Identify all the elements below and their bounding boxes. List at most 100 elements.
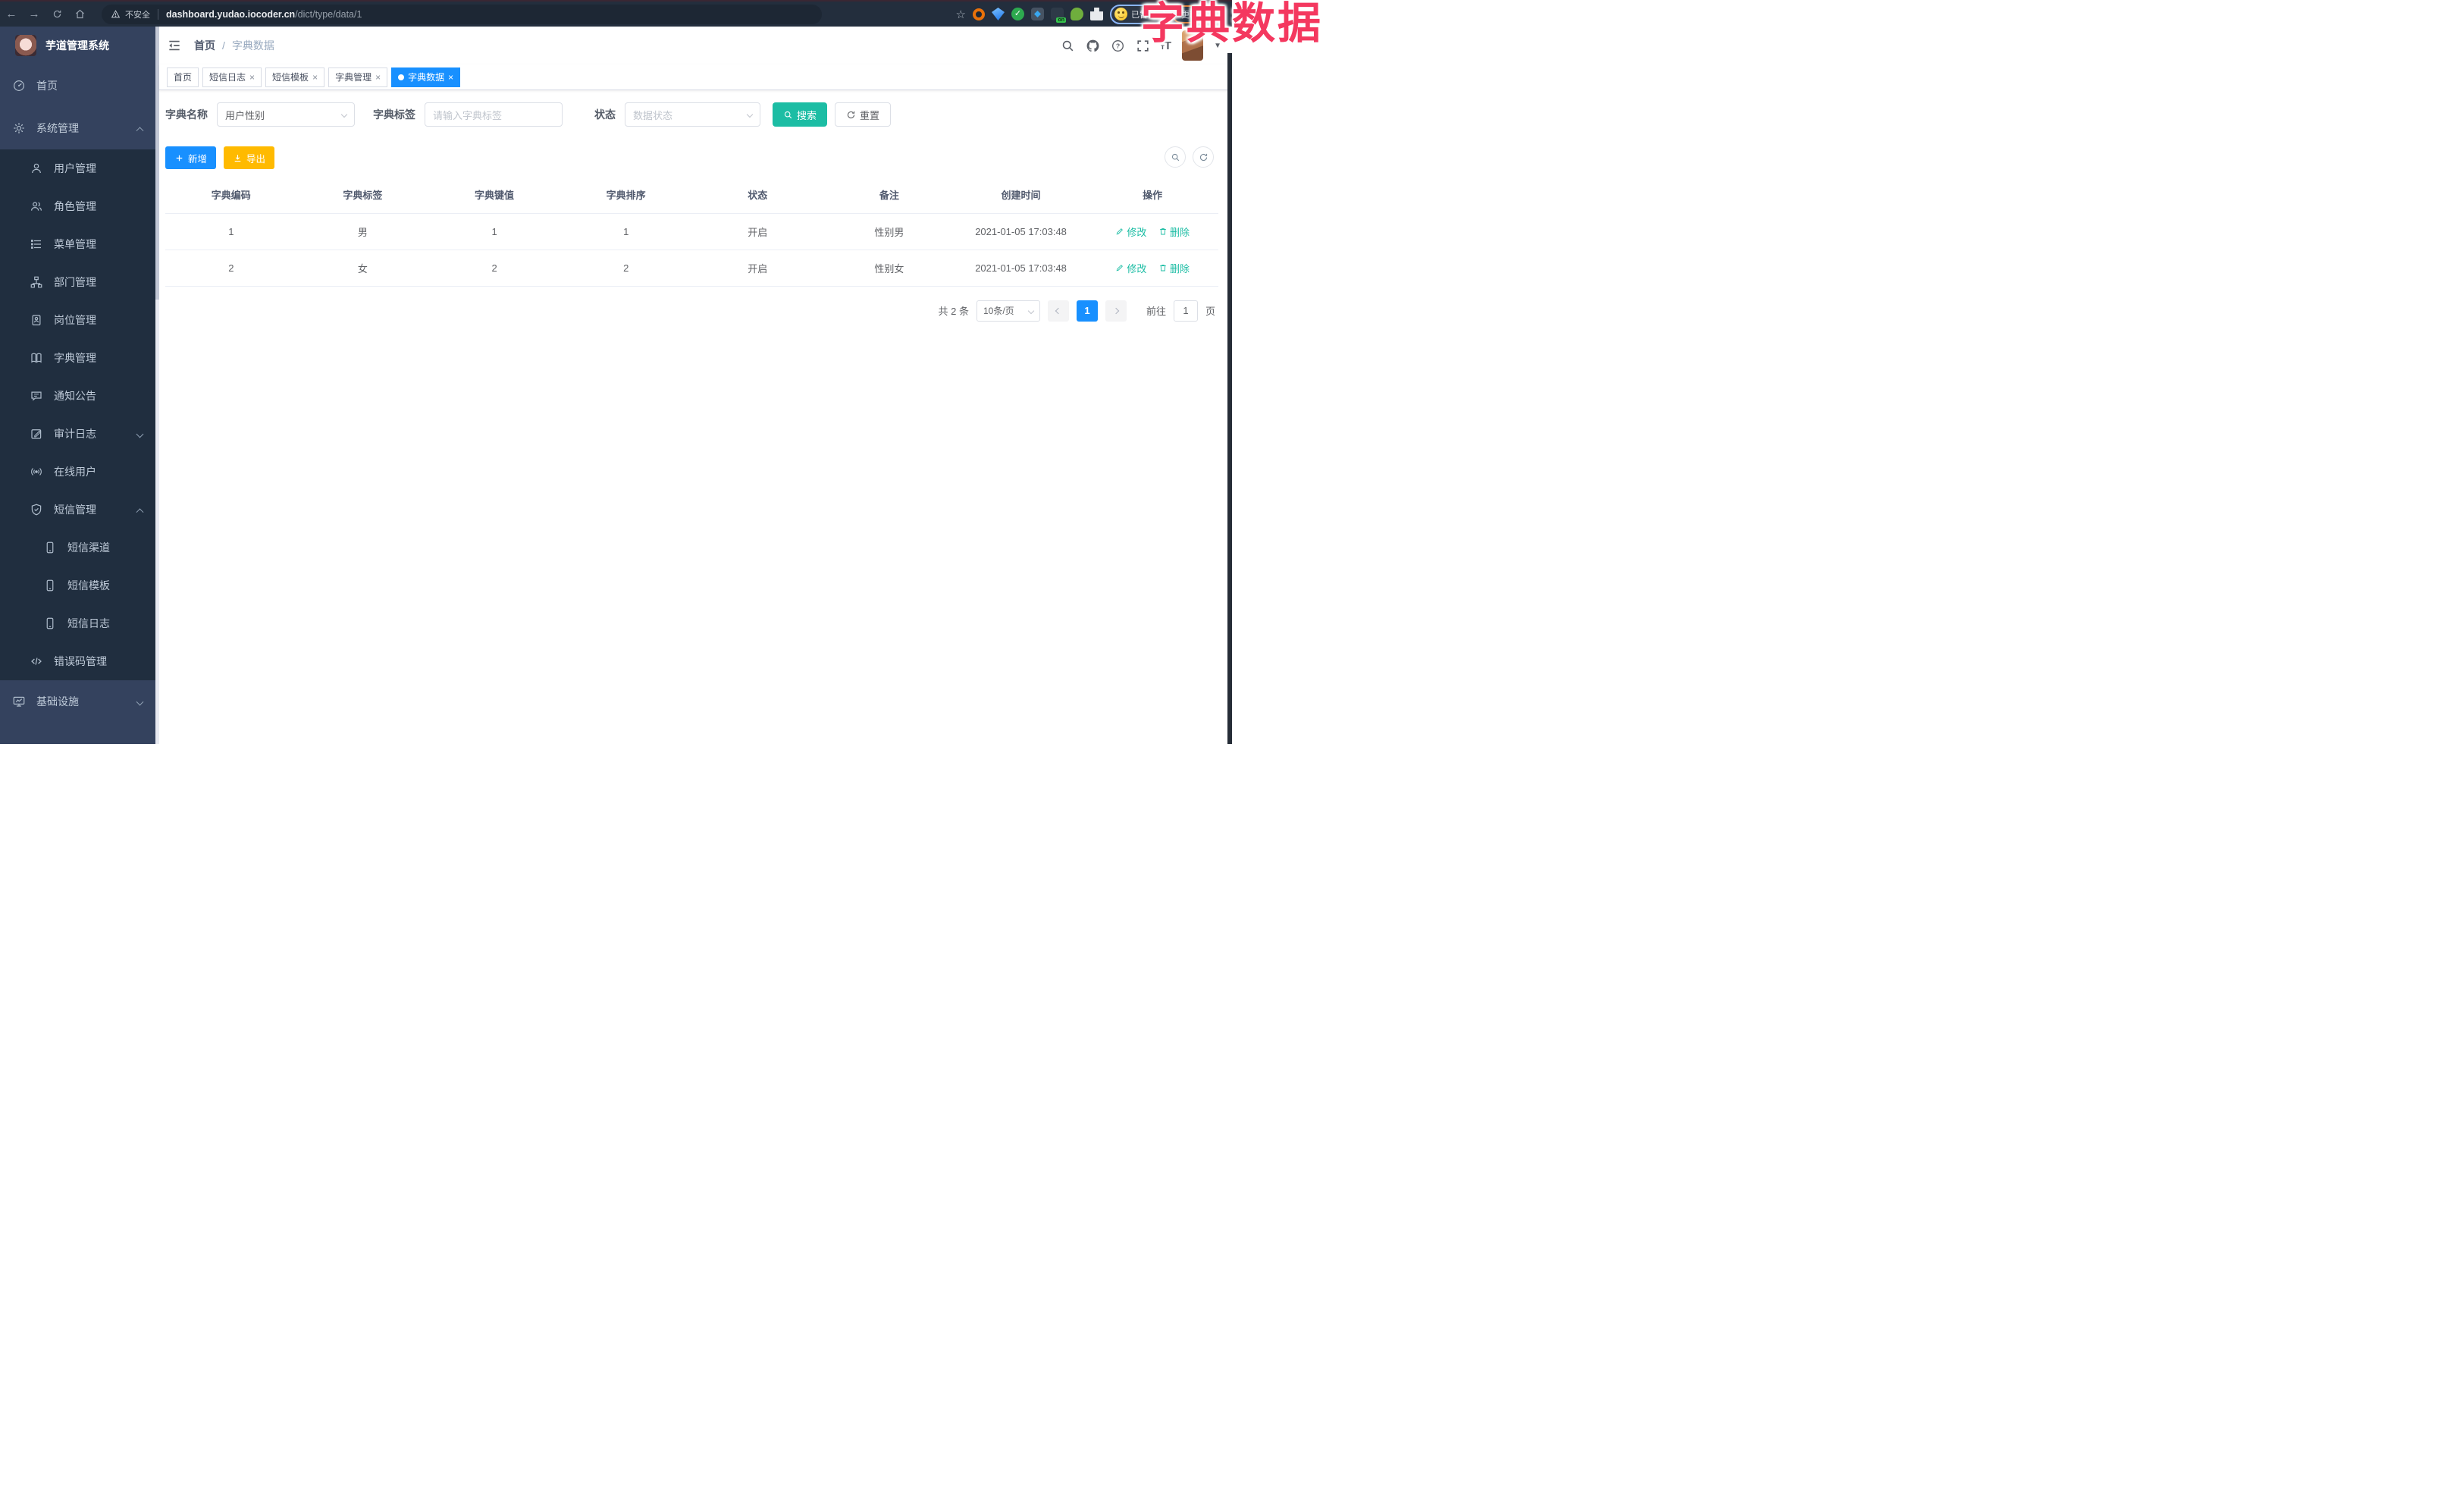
export-button-label: 导出 [246, 153, 266, 165]
cell-dict-code: 1 [165, 213, 297, 250]
prev-page-button[interactable] [1047, 300, 1069, 322]
sidebar-item-post-management[interactable]: 岗位管理 [0, 301, 159, 339]
tab-sms-template[interactable]: 短信模板 × [265, 67, 325, 87]
sidebar-item-sms-management[interactable]: 短信管理 [0, 491, 159, 529]
sidebar-item-sms-log[interactable]: 短信日志 [0, 604, 159, 642]
search-button[interactable]: 搜索 [773, 102, 828, 127]
chevron-down-icon [136, 430, 144, 438]
cell-actions: 修改 删除 [1086, 250, 1218, 287]
export-button[interactable]: 导出 [224, 146, 275, 169]
table-header-row: 字典编码 字典标签 字典键值 字典排序 状态 备注 创建时间 操作 [165, 177, 1218, 214]
dict-label-input[interactable]: 请输入字典标签 [425, 102, 563, 127]
delete-link[interactable]: 删除 [1158, 261, 1190, 275]
sidebar-item-label: 岗位管理 [54, 314, 96, 326]
gear-icon [12, 121, 26, 135]
extensions-puzzle-icon[interactable] [1090, 8, 1103, 20]
sidebar-item-dept-management[interactable]: 部门管理 [0, 263, 159, 301]
hamburger-collapse-icon[interactable] [167, 38, 182, 53]
id-badge-icon [30, 313, 43, 327]
github-icon[interactable] [1086, 39, 1100, 53]
close-icon[interactable]: × [448, 73, 453, 82]
sidebar-item-system-management[interactable]: 系统管理 [0, 107, 159, 149]
announcement-icon [30, 389, 43, 403]
app-logo-row[interactable]: 芋道管理系统 [0, 27, 159, 64]
next-page-button[interactable] [1105, 300, 1127, 322]
tab-dict-management[interactable]: 字典管理 × [328, 67, 388, 87]
current-page-button[interactable]: 1 [1076, 300, 1098, 322]
sidebar-item-user-management[interactable]: 用户管理 [0, 149, 159, 187]
sidebar-item-error-code[interactable]: 错误码管理 [0, 642, 159, 680]
extension-check-icon[interactable]: ✓ [1011, 8, 1024, 20]
search-icon [783, 110, 793, 120]
browser-back-button[interactable]: ← [0, 8, 23, 20]
help-icon[interactable] [1111, 39, 1125, 53]
url-path: /dict/type/data/1 [295, 8, 362, 20]
extension-ubuntu-icon[interactable] [973, 8, 985, 20]
sidebar-item-label: 短信日志 [67, 617, 110, 629]
trash-icon [1158, 227, 1168, 236]
sidebar-item-home[interactable]: 首页 [0, 64, 159, 107]
extension-on-badge-icon[interactable] [1051, 8, 1066, 23]
sidebar-item-role-management[interactable]: 角色管理 [0, 187, 159, 225]
page-unit-label: 页 [1205, 306, 1215, 317]
goto-page-input[interactable] [1173, 300, 1198, 322]
sidebar-item-menu-management[interactable]: 菜单管理 [0, 225, 159, 263]
toggle-search-button[interactable] [1165, 146, 1186, 168]
breadcrumb-current: 字典数据 [231, 39, 274, 52]
edit-link[interactable]: 修改 [1115, 224, 1146, 239]
cell-dict-sort: 2 [560, 250, 692, 287]
sidebar-item-label: 通知公告 [54, 390, 96, 402]
refresh-table-button[interactable] [1193, 146, 1214, 168]
cell-status: 开启 [691, 213, 824, 250]
sidebar-item-label: 部门管理 [54, 276, 96, 288]
dict-label-placeholder: 请输入字典标签 [433, 109, 503, 121]
close-icon[interactable]: × [249, 73, 255, 82]
extension-plant-icon[interactable] [1071, 8, 1083, 20]
reset-button[interactable]: 重置 [835, 102, 892, 127]
status-placeholder: 数据状态 [633, 109, 673, 121]
sidebar-item-sms-template[interactable]: 短信模板 [0, 567, 159, 604]
sidebar-item-audit-log[interactable]: 审计日志 [0, 415, 159, 453]
cell-remark: 性别女 [823, 250, 955, 287]
address-bar[interactable]: 不安全 dashboard.yudao.iocoder.cn /dict/typ… [102, 4, 822, 24]
sidebar-item-online-users[interactable]: 在线用户 [0, 453, 159, 491]
page-content: 字典名称 用户性别 字典标签 请输入字典标签 状态 数据状态 搜索 重置 新增 … [159, 90, 1232, 744]
search-icon[interactable] [1061, 39, 1075, 53]
dict-name-select[interactable]: 用户性别 [217, 102, 355, 127]
refresh-icon [846, 110, 856, 120]
dict-label-label: 字典标签 [373, 108, 415, 121]
page-size-select[interactable]: 10条/页 [976, 300, 1040, 322]
tab-sms-log[interactable]: 短信日志 × [202, 67, 262, 87]
window-scrollbar[interactable] [1227, 53, 1232, 744]
breadcrumb-home[interactable]: 首页 [194, 38, 215, 53]
close-icon[interactable]: × [312, 73, 318, 82]
sidebar-item-label: 角色管理 [54, 200, 96, 212]
browser-home-button[interactable] [68, 8, 91, 20]
sidebar-item-infrastructure[interactable]: 基础设施 [0, 680, 159, 723]
tab-dict-data-active[interactable]: 字典数据 × [391, 67, 461, 87]
status-select[interactable]: 数据状态 [625, 102, 760, 127]
sidebar-item-label: 审计日志 [54, 428, 96, 440]
org-tree-icon [30, 275, 43, 289]
user-icon [30, 162, 43, 175]
breadcrumb-separator: / [222, 39, 225, 52]
cell-dict-sort: 1 [560, 213, 692, 250]
sidebar-item-dict-management[interactable]: 字典管理 [0, 339, 159, 377]
browser-toolbar: ← → 不安全 dashboard.yudao.iocoder.cn /dict… [0, 0, 1232, 27]
sidebar-item-notice[interactable]: 通知公告 [0, 377, 159, 415]
bookmark-star-icon[interactable]: ☆ [956, 8, 966, 21]
browser-reload-button[interactable] [45, 8, 68, 20]
menu-list-icon [30, 237, 43, 251]
app-title: 芋道管理系统 [45, 39, 109, 52]
extension-list-icon[interactable] [1031, 8, 1044, 20]
tab-home[interactable]: 首页 [167, 67, 199, 87]
close-icon[interactable]: × [375, 73, 381, 82]
delete-link[interactable]: 删除 [1158, 224, 1190, 239]
audit-log-icon [30, 427, 43, 441]
chevron-right-icon [1112, 307, 1120, 314]
browser-forward-button[interactable]: → [23, 8, 45, 20]
sidebar-item-sms-channel[interactable]: 短信渠道 [0, 529, 159, 567]
add-button[interactable]: 新增 [165, 146, 217, 169]
edit-link[interactable]: 修改 [1115, 261, 1146, 275]
extension-gem-icon[interactable] [992, 8, 1005, 20]
